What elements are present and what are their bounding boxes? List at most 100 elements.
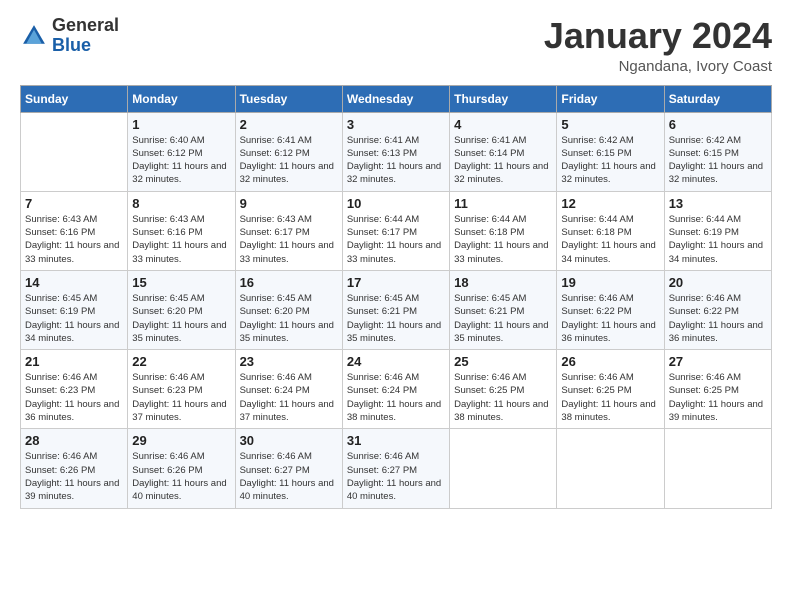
logo-icon: [20, 22, 48, 50]
calendar-cell: [664, 429, 771, 508]
day-number: 8: [132, 196, 230, 211]
day-info: Sunrise: 6:45 AMSunset: 6:20 PMDaylight:…: [240, 292, 338, 345]
day-number: 5: [561, 117, 659, 132]
calendar-cell: 28 Sunrise: 6:46 AMSunset: 6:26 PMDayligh…: [21, 429, 128, 508]
calendar-cell: 5 Sunrise: 6:42 AMSunset: 6:15 PMDaylight…: [557, 112, 664, 191]
calendar-cell: 29 Sunrise: 6:46 AMSunset: 6:26 PMDayligh…: [128, 429, 235, 508]
day-number: 15: [132, 275, 230, 290]
calendar-cell: 15 Sunrise: 6:45 AMSunset: 6:20 PMDayligh…: [128, 270, 235, 349]
calendar-cell: 17 Sunrise: 6:45 AMSunset: 6:21 PMDayligh…: [342, 270, 449, 349]
day-info: Sunrise: 6:44 AMSunset: 6:18 PMDaylight:…: [454, 213, 552, 266]
day-info: Sunrise: 6:44 AMSunset: 6:18 PMDaylight:…: [561, 213, 659, 266]
day-number: 27: [669, 354, 767, 369]
day-info: Sunrise: 6:46 AMSunset: 6:26 PMDaylight:…: [25, 450, 123, 503]
day-info: Sunrise: 6:45 AMSunset: 6:21 PMDaylight:…: [347, 292, 445, 345]
calendar-cell: 6 Sunrise: 6:42 AMSunset: 6:15 PMDaylight…: [664, 112, 771, 191]
day-info: Sunrise: 6:41 AMSunset: 6:14 PMDaylight:…: [454, 134, 552, 187]
day-number: 25: [454, 354, 552, 369]
day-number: 11: [454, 196, 552, 211]
calendar-cell: [21, 112, 128, 191]
title-block: January 2024 Ngandana, Ivory Coast: [544, 16, 772, 75]
day-number: 6: [669, 117, 767, 132]
day-number: 13: [669, 196, 767, 211]
day-info: Sunrise: 6:41 AMSunset: 6:12 PMDaylight:…: [240, 134, 338, 187]
day-number: 20: [669, 275, 767, 290]
header-cell-saturday: Saturday: [664, 85, 771, 112]
calendar-cell: 23 Sunrise: 6:46 AMSunset: 6:24 PMDayligh…: [235, 350, 342, 429]
week-row-4: 21 Sunrise: 6:46 AMSunset: 6:23 PMDayligh…: [21, 350, 772, 429]
header-cell-thursday: Thursday: [450, 85, 557, 112]
header: General Blue January 2024 Ngandana, Ivor…: [20, 16, 772, 75]
day-number: 7: [25, 196, 123, 211]
day-number: 10: [347, 196, 445, 211]
day-info: Sunrise: 6:42 AMSunset: 6:15 PMDaylight:…: [669, 134, 767, 187]
day-info: Sunrise: 6:46 AMSunset: 6:25 PMDaylight:…: [561, 371, 659, 424]
day-info: Sunrise: 6:43 AMSunset: 6:16 PMDaylight:…: [132, 213, 230, 266]
calendar-cell: 11 Sunrise: 6:44 AMSunset: 6:18 PMDayligh…: [450, 191, 557, 270]
calendar-cell: 22Sunrise: 6:46 AMSunset: 6:23 PMDayligh…: [128, 350, 235, 429]
day-info: Sunrise: 6:44 AMSunset: 6:19 PMDaylight:…: [669, 213, 767, 266]
day-info: Sunrise: 6:46 AMSunset: 6:24 PMDaylight:…: [240, 371, 338, 424]
header-cell-monday: Monday: [128, 85, 235, 112]
calendar-cell: 8 Sunrise: 6:43 AMSunset: 6:16 PMDaylight…: [128, 191, 235, 270]
day-info: Sunrise: 6:46 AMSunset: 6:25 PMDaylight:…: [669, 371, 767, 424]
calendar-table: SundayMondayTuesdayWednesdayThursdayFrid…: [20, 85, 772, 509]
day-info: Sunrise: 6:41 AMSunset: 6:13 PMDaylight:…: [347, 134, 445, 187]
day-number: 22: [132, 354, 230, 369]
day-info: Sunrise: 6:42 AMSunset: 6:15 PMDaylight:…: [561, 134, 659, 187]
day-info: Sunrise: 6:40 AMSunset: 6:12 PMDaylight:…: [132, 134, 230, 187]
week-row-2: 7 Sunrise: 6:43 AMSunset: 6:16 PMDaylight…: [21, 191, 772, 270]
calendar-cell: 30 Sunrise: 6:46 AMSunset: 6:27 PMDayligh…: [235, 429, 342, 508]
week-row-5: 28 Sunrise: 6:46 AMSunset: 6:26 PMDayligh…: [21, 429, 772, 508]
calendar-cell: 31Sunrise: 6:46 AMSunset: 6:27 PMDayligh…: [342, 429, 449, 508]
day-number: 21: [25, 354, 123, 369]
calendar-cell: 14Sunrise: 6:45 AMSunset: 6:19 PMDayligh…: [21, 270, 128, 349]
day-number: 9: [240, 196, 338, 211]
calendar-cell: 1Sunrise: 6:40 AMSunset: 6:12 PMDaylight…: [128, 112, 235, 191]
day-info: Sunrise: 6:44 AMSunset: 6:17 PMDaylight:…: [347, 213, 445, 266]
logo: General Blue: [20, 16, 119, 56]
day-info: Sunrise: 6:45 AMSunset: 6:20 PMDaylight:…: [132, 292, 230, 345]
day-number: 28: [25, 433, 123, 448]
logo-text: General Blue: [52, 16, 119, 56]
day-info: Sunrise: 6:46 AMSunset: 6:22 PMDaylight:…: [669, 292, 767, 345]
day-number: 19: [561, 275, 659, 290]
day-info: Sunrise: 6:43 AMSunset: 6:17 PMDaylight:…: [240, 213, 338, 266]
logo-general: General: [52, 15, 119, 35]
week-row-1: 1Sunrise: 6:40 AMSunset: 6:12 PMDaylight…: [21, 112, 772, 191]
header-cell-sunday: Sunday: [21, 85, 128, 112]
location-subtitle: Ngandana, Ivory Coast: [544, 58, 772, 75]
calendar-cell: 16 Sunrise: 6:45 AMSunset: 6:20 PMDayligh…: [235, 270, 342, 349]
day-number: 29: [132, 433, 230, 448]
calendar-cell: 13 Sunrise: 6:44 AMSunset: 6:19 PMDayligh…: [664, 191, 771, 270]
day-number: 23: [240, 354, 338, 369]
calendar-cell: 24 Sunrise: 6:46 AMSunset: 6:24 PMDayligh…: [342, 350, 449, 429]
calendar-cell: 18Sunrise: 6:45 AMSunset: 6:21 PMDayligh…: [450, 270, 557, 349]
day-number: 24: [347, 354, 445, 369]
day-info: Sunrise: 6:46 AMSunset: 6:23 PMDaylight:…: [25, 371, 123, 424]
day-info: Sunrise: 6:46 AMSunset: 6:25 PMDaylight:…: [454, 371, 552, 424]
day-number: 12: [561, 196, 659, 211]
calendar-cell: 2 Sunrise: 6:41 AMSunset: 6:12 PMDaylight…: [235, 112, 342, 191]
day-number: 2: [240, 117, 338, 132]
day-number: 26: [561, 354, 659, 369]
day-info: Sunrise: 6:43 AMSunset: 6:16 PMDaylight:…: [25, 213, 123, 266]
week-row-3: 14Sunrise: 6:45 AMSunset: 6:19 PMDayligh…: [21, 270, 772, 349]
day-number: 30: [240, 433, 338, 448]
day-number: 16: [240, 275, 338, 290]
calendar-cell: 20 Sunrise: 6:46 AMSunset: 6:22 PMDayligh…: [664, 270, 771, 349]
month-title: January 2024: [544, 16, 772, 56]
day-number: 14: [25, 275, 123, 290]
calendar-cell: 19Sunrise: 6:46 AMSunset: 6:22 PMDayligh…: [557, 270, 664, 349]
logo-blue: Blue: [52, 35, 91, 55]
header-cell-tuesday: Tuesday: [235, 85, 342, 112]
day-info: Sunrise: 6:46 AMSunset: 6:24 PMDaylight:…: [347, 371, 445, 424]
calendar-cell: 10 Sunrise: 6:44 AMSunset: 6:17 PMDayligh…: [342, 191, 449, 270]
calendar-cell: 26 Sunrise: 6:46 AMSunset: 6:25 PMDayligh…: [557, 350, 664, 429]
day-number: 17: [347, 275, 445, 290]
calendar-cell: 9 Sunrise: 6:43 AMSunset: 6:17 PMDaylight…: [235, 191, 342, 270]
day-info: Sunrise: 6:46 AMSunset: 6:27 PMDaylight:…: [240, 450, 338, 503]
header-cell-friday: Friday: [557, 85, 664, 112]
page: General Blue January 2024 Ngandana, Ivor…: [0, 0, 792, 612]
day-info: Sunrise: 6:46 AMSunset: 6:26 PMDaylight:…: [132, 450, 230, 503]
